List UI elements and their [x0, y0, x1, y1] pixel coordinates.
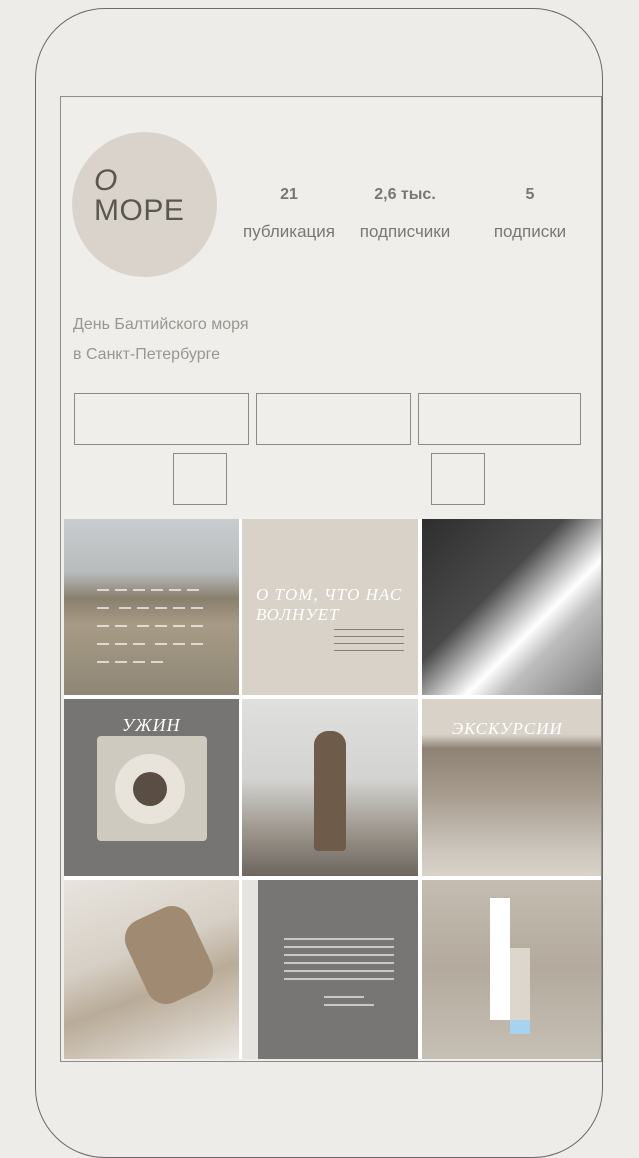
- profile-button-2[interactable]: [256, 393, 411, 445]
- bio-line-1: День Балтийского моря: [73, 316, 249, 333]
- stat-following-value: 5: [525, 186, 535, 203]
- avatar-text-line2: МОРЕ: [94, 194, 185, 227]
- stat-following[interactable]: 5 подписки: [482, 186, 578, 241]
- post-title-worries: О ТОМ, ЧТО НАС ВОЛНУЕТ: [256, 585, 403, 624]
- post-title-excursions: ЭКСКУРСИИ: [452, 719, 563, 738]
- quote-text-lines: [284, 932, 394, 1012]
- post-tile-9[interactable]: [422, 880, 601, 1059]
- post-list-lines: [334, 623, 404, 657]
- posts-grid: О ТОМ, ЧТО НАС ВОЛНУЕТ УЖИН ЭКСКУРСИИ: [64, 519, 601, 1059]
- stat-followers-label: подписчики: [359, 222, 451, 241]
- bar-blue: [510, 1020, 530, 1034]
- bar-white: [490, 898, 510, 1020]
- avatar[interactable]: О МОРЕ: [72, 132, 217, 277]
- person-figure: [314, 731, 346, 851]
- post-tile-5[interactable]: [242, 699, 418, 876]
- stat-posts-value: 21: [280, 186, 298, 203]
- stat-posts[interactable]: 21 публикация: [237, 186, 341, 241]
- highlight-story-1[interactable]: [173, 453, 227, 505]
- calendar-overlay: [94, 581, 214, 671]
- highlight-story-2[interactable]: [431, 453, 485, 505]
- post-tile-2[interactable]: О ТОМ, ЧТО НАС ВОЛНУЕТ: [242, 519, 418, 695]
- stat-posts-label: публикация: [243, 222, 335, 241]
- bar-beige: [510, 948, 530, 1020]
- post-tile-8[interactable]: [242, 880, 418, 1059]
- post-tile-7[interactable]: [64, 880, 239, 1059]
- post-title-dinner: УЖИН: [122, 715, 181, 735]
- post-tile-6[interactable]: ЭКСКУРСИИ: [422, 699, 601, 876]
- stat-followers[interactable]: 2,6 тыс. подписчики: [341, 186, 469, 241]
- hands-stone: [118, 899, 220, 1011]
- profile-button-3[interactable]: [418, 393, 581, 445]
- bio-line-2: в Санкт-Петербурге: [73, 346, 220, 363]
- stat-followers-value: 2,6 тыс.: [374, 186, 436, 203]
- post-tile-1[interactable]: [64, 519, 239, 695]
- avatar-text-line1: О: [94, 164, 118, 197]
- post-tile-3[interactable]: [422, 519, 601, 695]
- stat-following-label: подписки: [493, 222, 567, 241]
- profile-button-1[interactable]: [74, 393, 249, 445]
- dinner-photo: [97, 736, 207, 841]
- post-tile-4[interactable]: УЖИН: [64, 699, 239, 876]
